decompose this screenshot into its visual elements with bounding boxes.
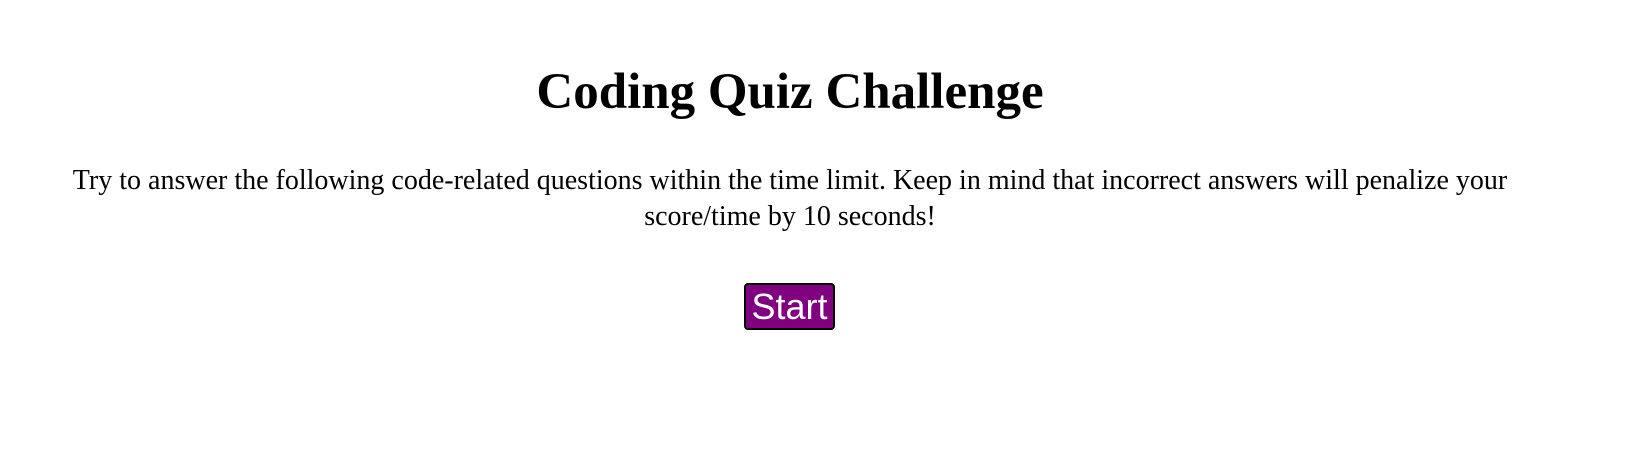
quiz-description: Try to answer the following code-related…: [72, 165, 1508, 232]
start-button[interactable]: Start: [744, 283, 835, 330]
quiz-start-screen: Coding Quiz Challenge Try to answer the …: [0, 0, 1647, 466]
page-title: Coding Quiz Challenge: [536, 64, 1044, 120]
